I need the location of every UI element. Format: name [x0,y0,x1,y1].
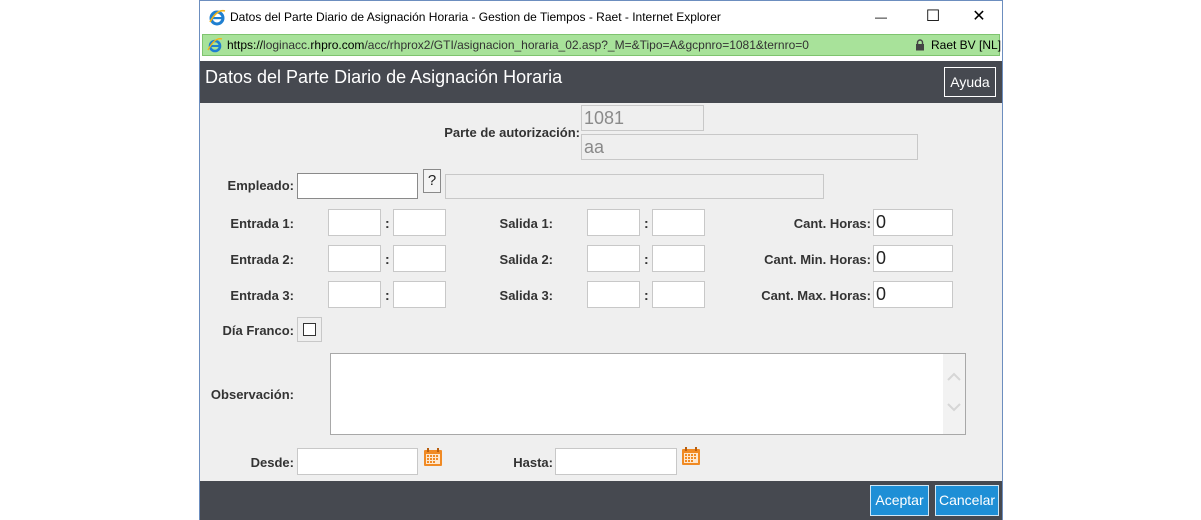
cancel-button[interactable]: Cancelar [935,485,999,516]
day-off-checkbox-wrapper[interactable] [297,317,322,342]
observation-scrollbar[interactable] [943,354,965,434]
footer-bar: Aceptar Cancelar [200,481,1002,520]
exit-1-label: Salida 1: [499,216,553,231]
maximize-button[interactable]: ☐ [910,1,956,33]
chevron-up-icon[interactable] [947,372,961,382]
url-domain: rhpro.com [310,38,365,52]
chevron-down-icon[interactable] [947,402,961,412]
authorization-label: Parte de autorización: [444,125,580,140]
authorization-description-field: aa [581,134,918,160]
entry-3-label: Entrada 3: [230,288,294,303]
authorization-number-field: 1081 [581,105,704,131]
employee-lookup-button[interactable]: ? [423,169,441,193]
ie-icon [209,9,226,26]
to-label: Hasta: [513,455,553,470]
exit-2-label: Salida 2: [499,252,553,267]
address-bar[interactable]: https://loginacc.rhpro.com/acc/rhprox2/G… [202,34,1001,56]
entry-1-minute-input[interactable] [393,209,446,236]
close-icon: ✕ [972,8,986,25]
lock-icon [916,39,924,51]
page-title: Datos del Parte Diario de Asignación Hor… [205,67,563,87]
url-scheme: https:// [227,38,264,52]
exit-3-minute-input[interactable] [652,281,705,308]
exit-3-label: Salida 3: [499,288,553,303]
observation-textarea[interactable] [330,353,966,435]
max-hours-label: Cant. Max. Horas: [761,288,871,303]
entry-2-separator: : [385,251,390,267]
observation-label: Observación: [210,387,294,402]
min-hours-label: Cant. Min. Horas: [764,252,871,267]
employee-name-field [445,174,824,199]
exit-1-hour-input[interactable] [587,209,640,236]
hours-label: Cant. Horas: [793,216,871,231]
url-text: https://loginacc.rhpro.com/acc/rhprox2/G… [227,38,809,52]
max-hours-input[interactable]: 0 [873,281,953,308]
exit-2-minute-input[interactable] [652,245,705,272]
window-title: Datos del Parte Diario de Asignación Hor… [230,10,721,24]
employee-label: Empleado: [227,178,294,193]
employee-input[interactable] [297,173,418,199]
entry-2-hour-input[interactable] [328,245,381,272]
entry-1-label: Entrada 1: [230,216,294,231]
to-date-input[interactable] [555,448,677,475]
form-area: Parte de autorización: 1081 aa Empleado:… [200,103,1002,481]
close-button[interactable]: ✕ [956,1,1002,33]
min-hours-input[interactable]: 0 [873,245,953,272]
url-path: /acc/rhprox2/GTI/asignacion_horaria_02.a… [364,38,809,52]
entry-3-hour-input[interactable] [328,281,381,308]
exit-2-hour-input[interactable] [587,245,640,272]
exit-1-separator: : [644,215,649,231]
minimize-icon: — [875,10,887,24]
site-identity[interactable]: Raet BV [NL] [931,38,1001,52]
help-button[interactable]: Ayuda [944,67,996,97]
exit-2-separator: : [644,251,649,267]
accept-button[interactable]: Aceptar [870,485,929,516]
page-ie-icon [207,38,223,53]
minimize-button[interactable]: — [858,1,904,33]
hours-input[interactable]: 0 [873,209,953,236]
entry-1-hour-input[interactable] [328,209,381,236]
page-header: Datos del Parte Diario de Asignación Hor… [200,61,1002,103]
from-date-input[interactable] [297,448,418,475]
url-pre: loginacc. [263,38,311,52]
entry-2-minute-input[interactable] [393,245,446,272]
exit-3-separator: : [644,287,649,303]
entry-1-separator: : [385,215,390,231]
exit-3-hour-input[interactable] [587,281,640,308]
day-off-label: Día Franco: [222,323,294,338]
entry-2-label: Entrada 2: [230,252,294,267]
maximize-icon: ☐ [925,8,941,25]
calendar-icon[interactable] [681,446,701,466]
entry-3-separator: : [385,287,390,303]
browser-window: Datos del Parte Diario de Asignación Hor… [199,0,1003,520]
exit-1-minute-input[interactable] [652,209,705,236]
title-bar: Datos del Parte Diario de Asignación Hor… [200,1,1002,33]
calendar-icon[interactable] [423,447,443,467]
entry-3-minute-input[interactable] [393,281,446,308]
from-label: Desde: [250,455,294,470]
day-off-checkbox[interactable] [303,323,316,336]
